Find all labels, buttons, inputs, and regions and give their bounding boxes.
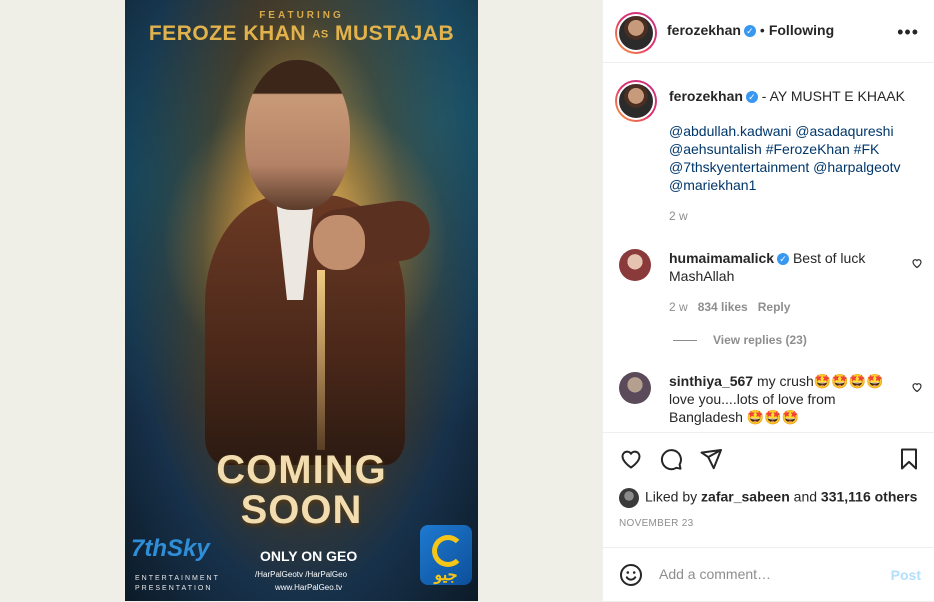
following-button[interactable]: Following: [769, 22, 834, 38]
post-image[interactable]: FEATURING FEROZE KHAN AS MUSTAJAB COMING…: [125, 0, 478, 601]
tag-link[interactable]: @abdullah.kadwani: [669, 123, 791, 139]
add-comment-bar: Post: [603, 547, 934, 602]
seventh-sky-logo: 7thSky: [131, 535, 210, 562]
caption-username[interactable]: ferozekhan: [669, 88, 743, 104]
post-side-panel: ferozekhan ✓ • Following ••• ferozekhan ✓ - …: [602, 0, 934, 601]
tag-link[interactable]: @harpalgeotv: [813, 159, 900, 175]
commenter-username[interactable]: sinthiya_567: [669, 373, 753, 389]
commenter-username[interactable]: humaimamalick: [669, 250, 774, 266]
verified-badge-icon: ✓: [743, 25, 756, 38]
liker-username[interactable]: zafar_sabeen: [701, 489, 790, 505]
likes-summary[interactable]: Liked by zafar_sabeen and 331,116 others: [619, 488, 917, 508]
post-comment-button[interactable]: Post: [891, 567, 921, 583]
poster-featuring: FEATURING: [259, 10, 344, 21]
post-date[interactable]: NOVEMBER 23: [619, 518, 693, 529]
emoji-smiley-icon[interactable]: [619, 563, 643, 587]
comment-time[interactable]: 2 w: [669, 300, 688, 314]
verified-badge-icon: ✓: [777, 253, 790, 266]
post-header: ferozekhan ✓ • Following •••: [603, 0, 934, 63]
caption-tags: @abdullah.kadwani @asadaqureshi @aehsunt…: [669, 122, 919, 194]
reply-button[interactable]: Reply: [758, 300, 791, 314]
comment-input[interactable]: [657, 564, 881, 584]
poster-coming-soon: COMING SOON: [216, 448, 387, 532]
caption-text: - AY MUSHT E KHAAK: [757, 88, 905, 104]
comment-likes[interactable]: 834 likes: [698, 300, 748, 314]
commenter-avatar[interactable]: [619, 249, 651, 281]
tag-link[interactable]: @aehsuntalish: [669, 141, 762, 157]
seventh-sky-subtitle: ENTERTAINMENT PRESENTATION: [135, 575, 220, 592]
author-line: ferozekhan ✓ • Following: [667, 22, 835, 38]
tag-link[interactable]: #FerozeKhan: [766, 141, 850, 157]
liker-avatar: [619, 488, 639, 508]
post-caption: ferozekhan ✓ - AY MUSHT E KHAAK: [669, 87, 919, 105]
tag-link[interactable]: @7thskyentertainment: [669, 159, 809, 175]
author-avatar[interactable]: [615, 12, 657, 54]
poster-sand-stream: [317, 270, 325, 450]
comment-body: sinthiya_567 my crush🤩🤩🤩🤩 love you....lo…: [669, 372, 897, 426]
verified-badge-icon: ✓: [745, 91, 758, 104]
save-bookmark-icon[interactable]: [897, 447, 921, 471]
likes-count[interactable]: 331,116 others: [821, 489, 918, 505]
tag-link[interactable]: #FK: [854, 141, 880, 157]
share-paper-plane-icon[interactable]: [699, 447, 723, 471]
poster-only-on-geo: ONLY ON GEO: [260, 548, 358, 564]
comment-like-heart-icon[interactable]: [911, 257, 923, 269]
tag-link[interactable]: @asadaqureshi: [795, 123, 893, 139]
tag-link[interactable]: @mariekhan1: [669, 177, 756, 193]
author-username[interactable]: ferozekhan: [667, 22, 741, 38]
like-heart-icon[interactable]: [619, 447, 643, 471]
poster-figure-head: [245, 60, 350, 210]
commenter-avatar[interactable]: [619, 372, 651, 404]
poster-social-handles: /HarPalGeotv /HarPalGeo: [255, 570, 348, 579]
view-replies-button[interactable]: View replies (23): [673, 333, 807, 347]
poster-title: FEROZE KHAN AS MUSTAJAB: [148, 22, 455, 45]
more-options-icon[interactable]: •••: [897, 22, 919, 43]
comment-meta: 2 w 834 likes Reply: [669, 300, 800, 314]
post-action-bar: [603, 432, 934, 485]
poster-url: www.HarPalGeo.tv: [275, 583, 343, 592]
geo-urdu-logo: جیو: [434, 567, 458, 584]
comment-body: humaimamalick ✓ Best of luck MashAllah: [669, 249, 897, 285]
comment-bubble-icon[interactable]: [659, 447, 683, 471]
caption-author-avatar[interactable]: [615, 80, 657, 122]
caption-timestamp[interactable]: 2 w: [669, 209, 688, 223]
comment-like-heart-icon[interactable]: [911, 381, 923, 393]
